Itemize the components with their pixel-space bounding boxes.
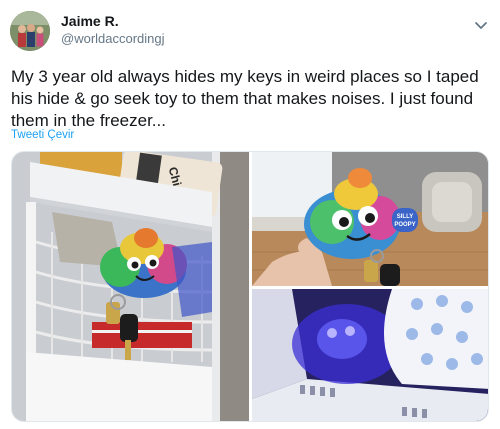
badge-text-1: SILLY bbox=[397, 214, 413, 220]
avatar[interactable] bbox=[10, 11, 50, 51]
media-divider bbox=[252, 286, 488, 289]
photo-toy-in-hand[interactable]: SILLY POOPY bbox=[252, 152, 488, 286]
translate-link[interactable]: Tweeti Çevir bbox=[11, 129, 74, 141]
photo-toy-glowing[interactable] bbox=[252, 289, 488, 421]
badge-text-2: POOPY bbox=[394, 222, 415, 228]
media-grid: Chic SILLY POOPY bbox=[11, 151, 489, 422]
author-handle[interactable]: @worldaccordingj bbox=[61, 31, 165, 46]
author-name[interactable]: Jaime R. bbox=[61, 13, 119, 29]
profile-photo-icon bbox=[10, 11, 50, 51]
tweet-text: My 3 year old always hides my keys in we… bbox=[11, 67, 479, 130]
chevron-down-icon[interactable] bbox=[474, 21, 488, 31]
tweet-card: Jaime R. @worldaccordingj My 3 year old … bbox=[0, 0, 500, 429]
photo-freezer-keys[interactable]: Chic bbox=[12, 152, 249, 421]
